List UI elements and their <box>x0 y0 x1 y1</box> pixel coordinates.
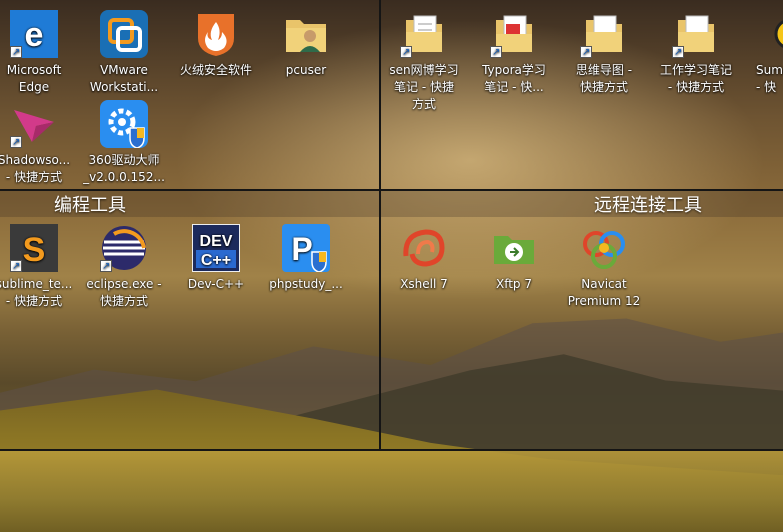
sumatra-icon <box>766 10 783 58</box>
phpstudy-icon: P <box>282 224 330 273</box>
desktop-icon-huorong[interactable]: 火绒安全软件 <box>170 10 262 79</box>
shortcut-arrow-icon <box>10 44 22 61</box>
edge-label: Microsoft Edge <box>6 63 62 94</box>
devcpp-icon: DEV C++ <box>191 223 241 273</box>
desktop-icon-work-notes[interactable]: 工作学习笔记 - 快捷方式 <box>650 10 742 96</box>
pcuser-label: pcuser <box>285 63 327 77</box>
shadowsocks-label: Shadowso... - 快捷方式 <box>0 153 71 184</box>
driver360-label: 360驱动大师 _v2.0.0.152... <box>83 153 165 184</box>
divider-horizontal-bottom <box>0 449 783 451</box>
desktop-icon-vmware[interactable]: VMware Workstati... <box>78 10 170 96</box>
coding-tools-title: 编程工具 <box>54 195 126 216</box>
vmware-icon <box>100 10 148 58</box>
mindmap-label: 思维导图 - 快捷方式 <box>575 63 633 94</box>
driver-gear-icon <box>100 100 148 149</box>
desktop-icon-phpstudy[interactable]: P phpstudy_... <box>260 224 352 293</box>
phpstudy-glyph: P <box>291 231 312 267</box>
xftp-label: Xftp 7 <box>495 277 532 291</box>
svg-text:e: e <box>25 16 44 54</box>
desktop-icon-pcuser[interactable]: pcuser <box>260 10 352 79</box>
desktop-icon-sumatra[interactable]: Suma... - 快 <box>736 10 783 96</box>
remote-tools-header-band <box>381 191 783 217</box>
desktop-icon-devcpp[interactable]: DEV C++ Dev-C++ <box>170 223 262 293</box>
typora-notes-label: Typora学习 笔记 - 快... <box>482 63 546 94</box>
work-notes-label: 工作学习笔记 - 快捷方式 <box>659 63 732 94</box>
shortcut-arrow-icon <box>490 44 502 61</box>
shortcut-arrow-icon <box>400 44 412 61</box>
vmware-label: VMware Workstati... <box>89 63 159 94</box>
eclipse-label: eclipse.exe - 快捷方式 <box>86 277 162 308</box>
navicat-icon <box>580 224 628 272</box>
sublime-glyph: S <box>23 231 46 269</box>
devcpp-glyph-top: DEV <box>200 233 233 250</box>
shortcut-arrow-icon <box>580 44 592 61</box>
navicat-label: Navicat Premium 12 <box>567 277 641 308</box>
sublime-label: sublime_te... - 快捷方式 <box>0 277 73 308</box>
pdf-folder-icon <box>490 10 538 61</box>
desktop-icon-xftp[interactable]: Xftp 7 <box>468 224 560 293</box>
xshell-label: Xshell 7 <box>400 277 448 291</box>
desktop-icon-navicat[interactable]: Navicat Premium 12 <box>558 224 650 310</box>
desktop-icon-sen-notes[interactable]: sen网博学习 笔记 - 快捷 方式 <box>378 10 470 113</box>
shortcut-arrow-icon <box>672 44 684 61</box>
sen-notes-label: sen网博学习 笔记 - 快捷 方式 <box>389 63 459 111</box>
folder-icon <box>580 10 628 61</box>
devcpp-label: Dev-C++ <box>187 277 245 291</box>
desktop-icon-driver360[interactable]: 360驱动大师 _v2.0.0.152... <box>78 100 170 186</box>
huorong-label: 火绒安全软件 <box>179 63 252 77</box>
phpstudy-label: phpstudy_... <box>269 277 343 291</box>
remote-tools-title: 远程连接工具 <box>594 195 702 216</box>
desktop-icon-edge[interactable]: e Microsoft Edge <box>0 10 80 96</box>
sumatra-label: Suma... - 快 <box>756 63 783 94</box>
devcpp-glyph-bottom: C++ <box>201 252 231 269</box>
shortcut-arrow-icon <box>10 134 22 151</box>
paper-plane-icon <box>10 100 58 151</box>
desktop-icon-eclipse[interactable]: eclipse.exe - 快捷方式 <box>78 224 170 310</box>
eclipse-icon <box>100 224 148 275</box>
xftp-icon <box>490 224 538 272</box>
notes-folder-icon <box>400 10 448 61</box>
desktop-icon-xshell[interactable]: Xshell 7 <box>378 224 470 293</box>
user-folder-icon <box>282 10 330 58</box>
wallpaper-grass <box>0 450 783 532</box>
edge-icon: e <box>10 10 58 61</box>
folder-icon <box>672 10 720 61</box>
desktop-icon-mindmap[interactable]: 思维导图 - 快捷方式 <box>558 10 650 96</box>
desktop-icon-typora-notes[interactable]: Typora学习 笔记 - 快... <box>468 10 560 96</box>
huorong-flame-icon <box>192 10 240 58</box>
sublime-icon: S <box>10 224 58 275</box>
desktop-icon-sublime[interactable]: S sublime_te... - 快捷方式 <box>0 224 80 310</box>
shortcut-arrow-icon <box>10 258 22 275</box>
xshell-icon <box>400 224 448 272</box>
desktop-icon-shadowsocks[interactable]: Shadowso... - 快捷方式 <box>0 100 80 186</box>
shortcut-arrow-icon <box>100 258 112 275</box>
